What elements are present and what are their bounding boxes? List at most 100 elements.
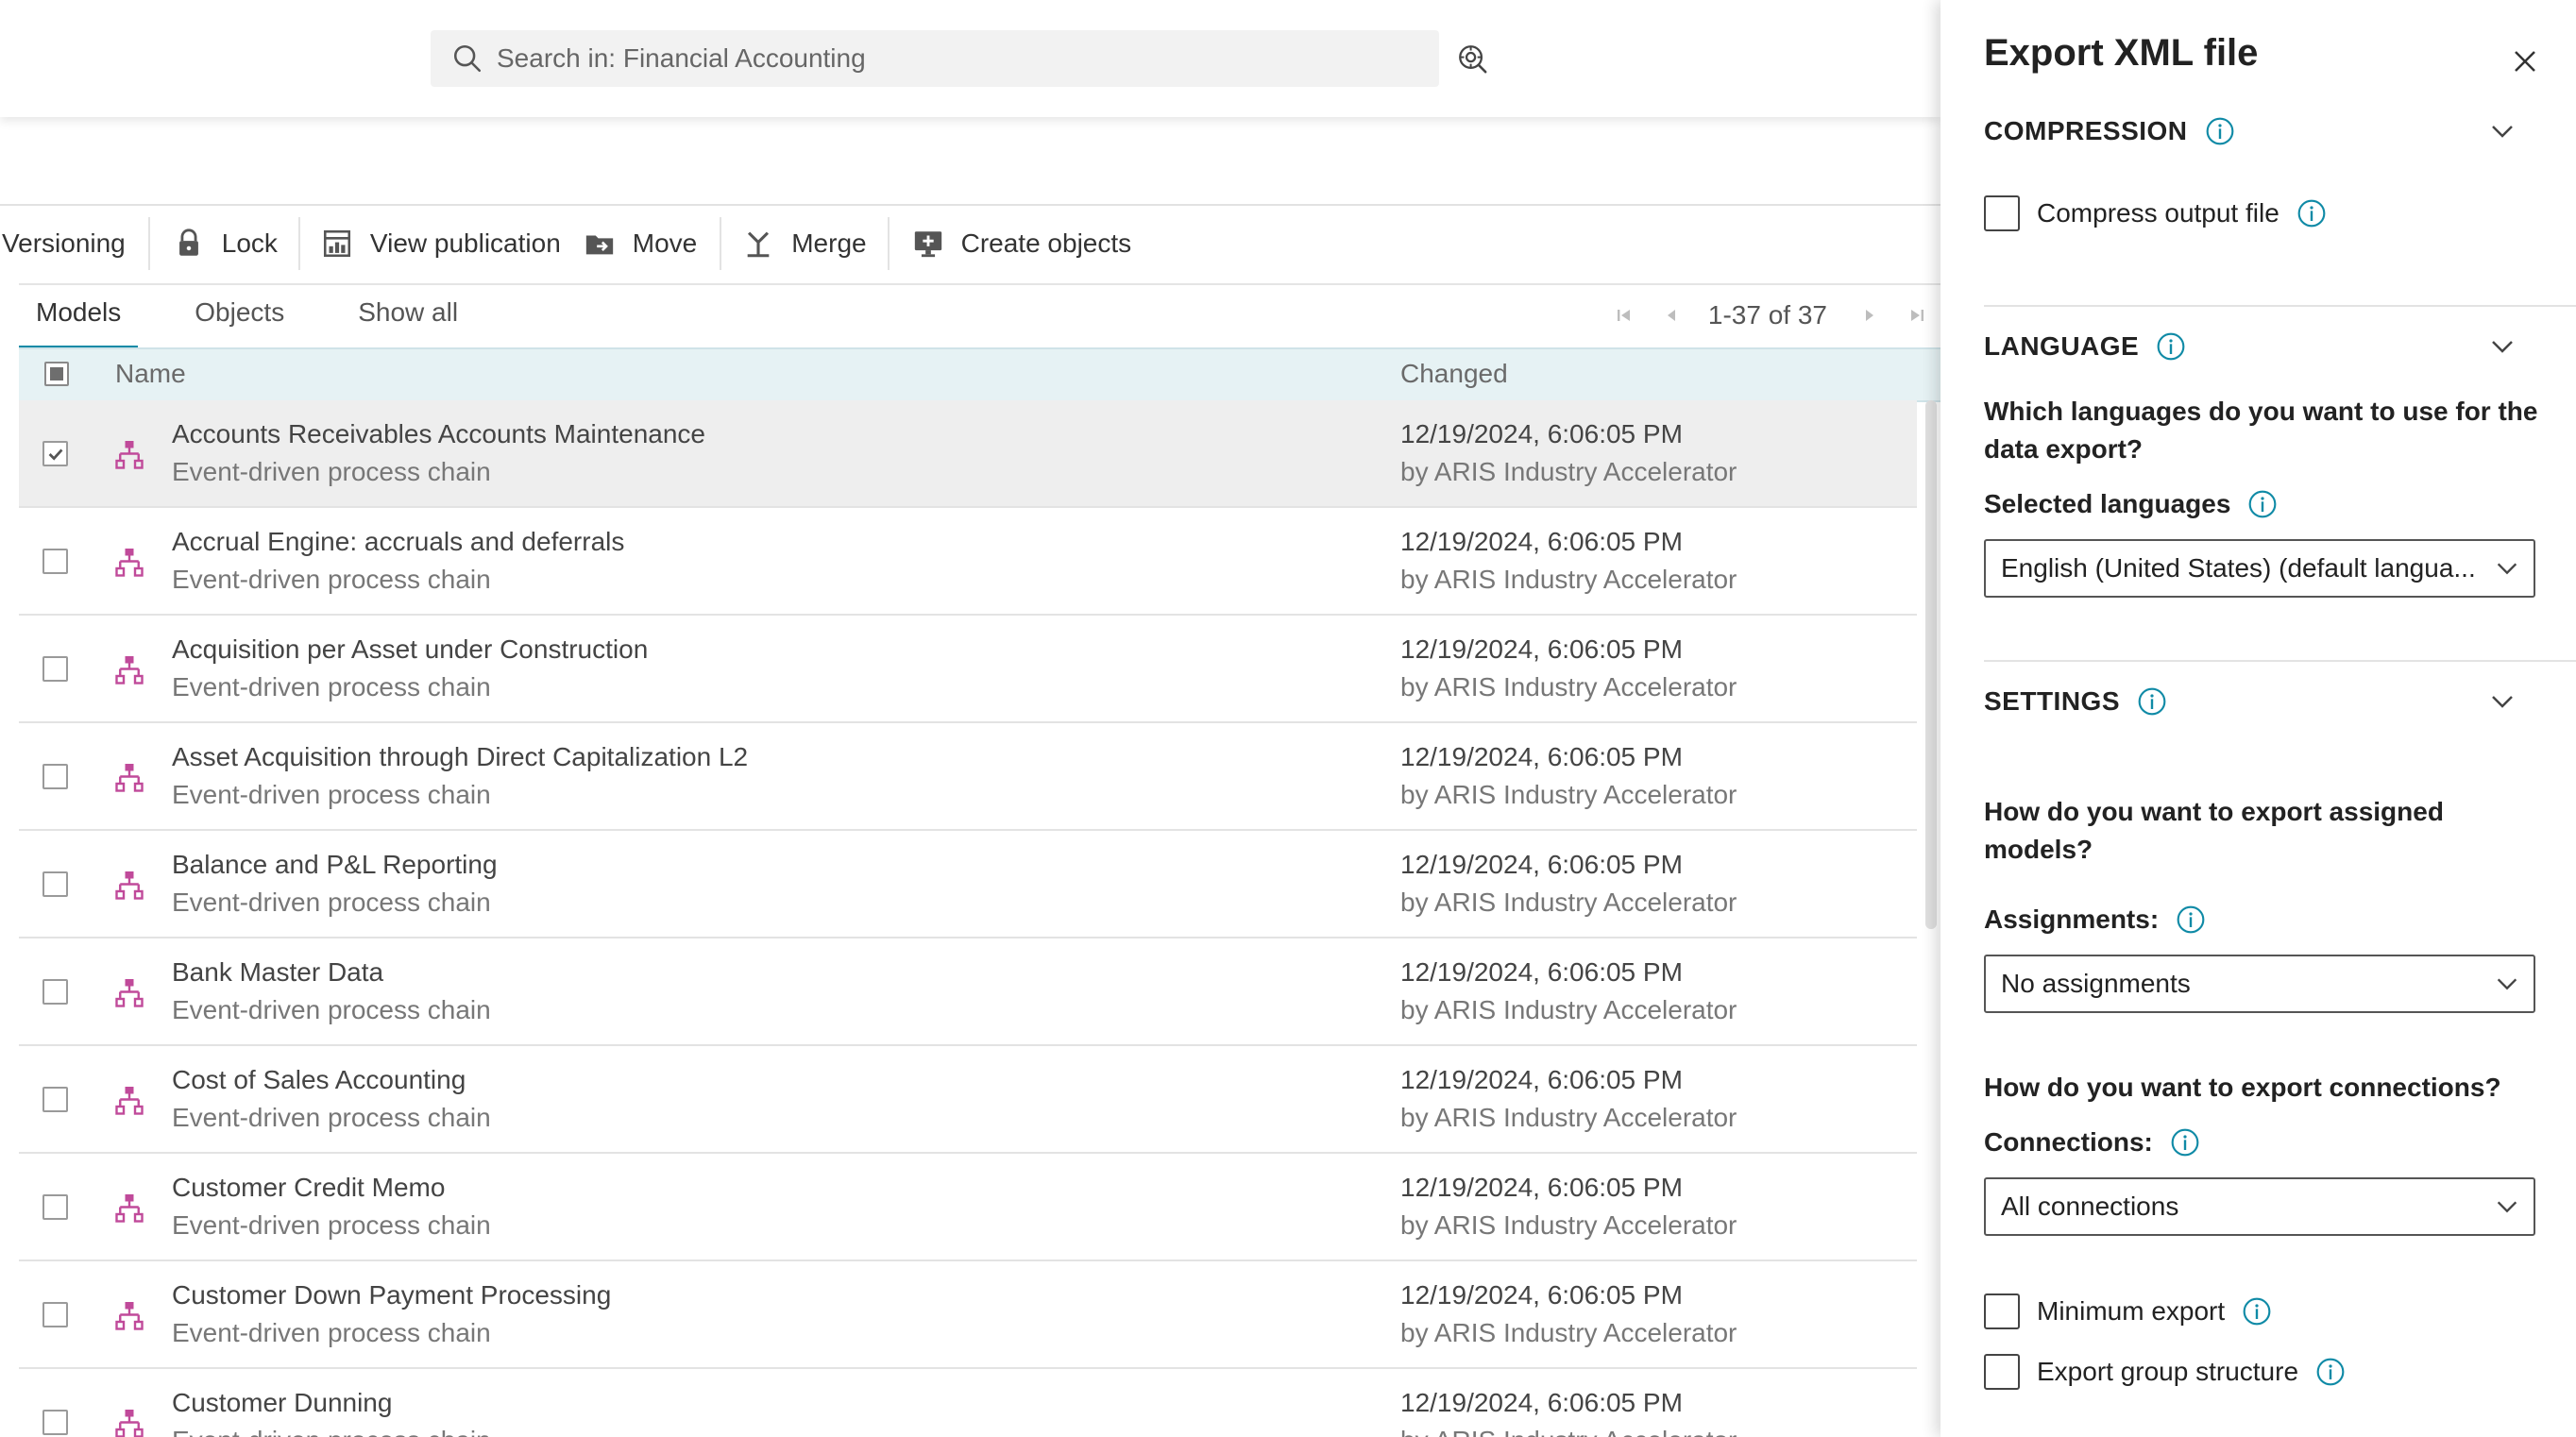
search-input[interactable]	[495, 42, 1405, 75]
language-heading: LANGUAGE	[1984, 331, 2140, 361]
row-checkbox[interactable]	[42, 1087, 68, 1112]
assignments-label: Assignments:	[1984, 904, 2160, 934]
info-icon[interactable]	[2296, 198, 2327, 228]
row-checkbox[interactable]	[42, 549, 68, 574]
table-row[interactable]: Cost of Sales Accounting Event-driven pro…	[19, 1046, 1917, 1154]
scrollbar[interactable]	[1925, 400, 1937, 929]
toolbar: Versioning Lock View publication Move Me…	[0, 215, 1940, 272]
row-checkbox[interactable]	[42, 764, 68, 789]
view-publication-label: View publication	[369, 228, 561, 258]
row-changed-by: by ARIS Industry Accelerator	[1400, 565, 1737, 594]
info-icon[interactable]	[2137, 686, 2167, 717]
tab-models[interactable]: Models	[19, 283, 139, 349]
language-section-header[interactable]: LANGUAGE	[1984, 328, 2186, 365]
last-page-button[interactable]	[1901, 299, 1933, 331]
info-icon[interactable]	[2176, 904, 2206, 935]
export-xml-panel: Export XML file COMPRESSION Compress out…	[1940, 0, 2576, 1437]
table-row[interactable]: Acquisition per Asset under Construction…	[19, 616, 1917, 723]
row-model-name[interactable]: Acquisition per Asset under Construction	[172, 634, 648, 665]
compression-section-header[interactable]: COMPRESSION	[1984, 112, 2235, 150]
info-icon[interactable]	[2242, 1296, 2272, 1327]
minimum-export-checkbox[interactable]	[1984, 1293, 2020, 1329]
table-row[interactable]: Asset Acquisition through Direct Capital…	[19, 723, 1917, 831]
table-row[interactable]: Customer Credit Memo Event-driven process…	[19, 1154, 1917, 1261]
epc-model-icon	[115, 1410, 144, 1437]
info-icon[interactable]	[2156, 331, 2186, 362]
scrollbar-thumb[interactable]	[1925, 400, 1937, 929]
merge-label: Merge	[791, 228, 867, 258]
close-icon[interactable]	[2511, 47, 2539, 76]
row-model-name[interactable]: Cost of Sales Accounting	[172, 1065, 466, 1095]
row-model-name[interactable]: Accounts Receivables Accounts Maintenanc…	[172, 419, 705, 449]
row-changed-date: 12/19/2024, 6:06:05 PM	[1400, 419, 1683, 448]
row-model-name[interactable]: Balance and P&L Reporting	[172, 850, 498, 880]
epc-model-icon	[115, 656, 144, 685]
first-page-button[interactable]	[1608, 299, 1640, 331]
row-model-name[interactable]: Customer Down Payment Processing	[172, 1280, 611, 1310]
info-icon[interactable]	[2205, 116, 2235, 146]
chevron-down-icon[interactable]	[2488, 687, 2517, 716]
compression-heading: COMPRESSION	[1984, 116, 2188, 145]
info-icon[interactable]	[2170, 1127, 2200, 1158]
row-checkbox[interactable]	[42, 1194, 68, 1220]
table-body: Accounts Receivables Accounts Maintenanc…	[19, 400, 1917, 1437]
row-checkbox[interactable]	[42, 1302, 68, 1327]
toolbar-separator	[720, 217, 722, 270]
select-all-checkbox[interactable]	[44, 362, 69, 386]
row-model-name[interactable]: Asset Acquisition through Direct Capital…	[172, 742, 748, 772]
row-changed-by: by ARIS Industry Accelerator	[1400, 1318, 1737, 1347]
row-checkbox[interactable]	[42, 441, 68, 466]
table-row[interactable]: Bank Master Data Event-driven process cha…	[19, 938, 1917, 1046]
assignments-select[interactable]: No assignments	[1984, 955, 2535, 1013]
row-model-name[interactable]: Customer Dunning	[172, 1388, 392, 1418]
table-row[interactable]: Customer Dunning Event-driven process cha…	[19, 1369, 1917, 1437]
compress-output-checkbox[interactable]	[1984, 195, 2020, 231]
search-box[interactable]	[431, 30, 1439, 87]
row-model-type: Event-driven process chain	[172, 1210, 491, 1240]
info-icon[interactable]	[2315, 1357, 2346, 1387]
last-page-icon	[1911, 310, 1924, 321]
create-objects-button[interactable]: Create objects	[912, 215, 1131, 272]
tab-show-all[interactable]: Show all	[341, 283, 475, 346]
table-row[interactable]: Balance and P&L Reporting Event-driven pr…	[19, 831, 1917, 938]
row-model-type: Event-driven process chain	[172, 888, 491, 917]
epc-model-icon	[115, 1087, 144, 1115]
export-group-structure-checkbox[interactable]	[1984, 1354, 2020, 1390]
versioning-button[interactable]: Versioning	[2, 215, 126, 272]
row-checkbox[interactable]	[42, 1410, 68, 1435]
row-model-name[interactable]: Customer Credit Memo	[172, 1173, 445, 1203]
column-name[interactable]: Name	[115, 359, 186, 389]
language-select[interactable]: English (United States) (default langua.…	[1984, 539, 2535, 598]
row-model-type: Event-driven process chain	[172, 780, 491, 809]
table-row[interactable]: Accounts Receivables Accounts Maintenanc…	[19, 400, 1917, 508]
merge-button[interactable]: Merge	[742, 215, 867, 272]
row-model-name[interactable]: Bank Master Data	[172, 957, 383, 988]
tab-objects[interactable]: Objects	[178, 283, 301, 346]
next-page-button[interactable]	[1854, 299, 1886, 331]
settings-section-header[interactable]: SETTINGS	[1984, 683, 2167, 720]
row-checkbox[interactable]	[42, 656, 68, 682]
row-checkbox[interactable]	[42, 871, 68, 897]
advanced-search-icon[interactable]	[1456, 42, 1488, 75]
view-publication-button[interactable]: View publication	[321, 215, 561, 272]
connections-label-row: Connections:	[1984, 1127, 2200, 1158]
row-checkbox[interactable]	[42, 979, 68, 1005]
language-select-value: English (United States) (default langua.…	[2001, 553, 2476, 583]
row-changed-date: 12/19/2024, 6:06:05 PM	[1400, 1065, 1683, 1094]
chevron-down-icon[interactable]	[2488, 332, 2517, 361]
epc-model-icon	[115, 1302, 144, 1330]
move-button[interactable]: Move	[584, 215, 697, 272]
next-page-icon	[1866, 310, 1873, 321]
info-icon[interactable]	[2247, 489, 2278, 519]
lock-button[interactable]: Lock	[173, 215, 278, 272]
row-changed-by: by ARIS Industry Accelerator	[1400, 995, 1737, 1024]
chevron-down-icon[interactable]	[2488, 117, 2517, 145]
row-model-name[interactable]: Accrual Engine: accruals and deferrals	[172, 527, 624, 557]
previous-page-button[interactable]	[1655, 299, 1687, 331]
table-row[interactable]: Accrual Engine: accruals and deferrals Ev…	[19, 508, 1917, 616]
column-changed[interactable]: Changed	[1400, 359, 1508, 389]
move-folder-icon	[585, 235, 613, 255]
minimum-export-option: Minimum export	[1984, 1293, 2272, 1329]
table-row[interactable]: Customer Down Payment Processing Event-dr…	[19, 1261, 1917, 1369]
connections-select[interactable]: All connections	[1984, 1177, 2535, 1236]
